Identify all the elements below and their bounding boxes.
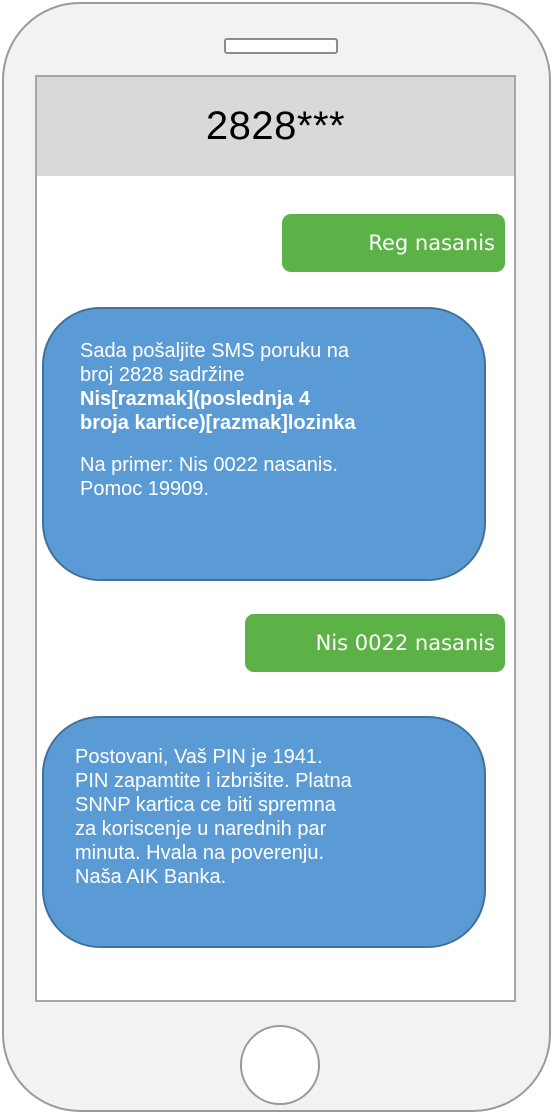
message-line: Pomoc 19909. [80,478,209,500]
message-text: Reg nasanis [368,231,495,255]
conversation-title: 2828*** [205,104,346,148]
sent-message-bubble[interactable]: Reg nasanis [282,214,505,272]
message-line: minuta. Hvala na poverenju. [75,842,325,864]
received-message-bubble[interactable]: Sada pošaljite SMS poruku na broj 2828 s… [42,307,486,581]
message-line: za koriscenje u narednih par [75,818,327,840]
phone-frame: 2828*** Reg nasanis Sada pošaljite SMS p… [2,2,551,1112]
speaker-slot [224,38,338,54]
message-line: Naša AIK Banka. [75,866,227,888]
message-line: Sada pošaljite SMS poruku na [80,340,350,362]
conversation-header: 2828*** [37,77,514,176]
message-line-bold: broja kartice)[razmak]lozinka [80,412,356,434]
home-button[interactable] [240,1025,320,1105]
message-line: broj 2828 sadržine [80,364,245,386]
received-message-bubble[interactable]: Postovani, Vaš PIN je 1941. PIN zapamtit… [42,716,486,948]
message-line-bold: Nis[razmak](poslednja 4 [80,388,311,410]
message-line: Na primer: Nis 0022 nasanis. [80,454,338,476]
phone-screen: 2828*** Reg nasanis Sada pošaljite SMS p… [35,75,516,1002]
sent-message-bubble[interactable]: Nis 0022 nasanis [245,614,505,672]
message-line: PIN zapamtite i izbrišite. Platna [75,770,352,792]
message-line: SNNP kartica ce biti spremna [75,794,336,816]
message-line: Postovani, Vaš PIN je 1941. [75,746,323,768]
message-text: Nis 0022 nasanis [315,631,495,655]
